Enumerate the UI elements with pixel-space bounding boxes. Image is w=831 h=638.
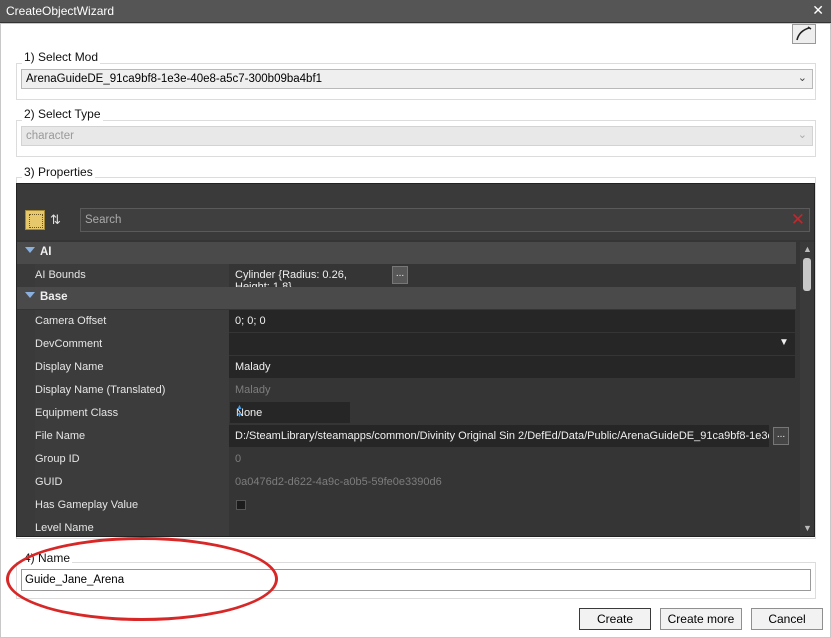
category-label: Base	[40, 291, 68, 303]
property-row-file-name[interactable]: File Name D:/SteamLibrary/steamapps/comm…	[17, 425, 796, 448]
name-input-value: Guide_Jane_Arena	[25, 574, 125, 586]
row-gutter	[17, 310, 35, 333]
row-gutter	[17, 471, 35, 494]
chevron-down-icon: ⌄	[797, 129, 807, 141]
scroll-up-icon[interactable]: ▲	[803, 244, 812, 254]
row-gutter	[17, 517, 35, 536]
type-dropdown-value: character	[26, 130, 74, 142]
property-name: Group ID	[35, 453, 80, 465]
close-icon[interactable]: ✕	[812, 2, 824, 19]
row-gutter	[17, 494, 35, 517]
edit-ai-bounds-button[interactable]: ...	[392, 266, 408, 284]
property-row-display-name[interactable]: Display Name Malady	[17, 356, 796, 379]
select-type-label: 2) Select Type	[22, 107, 103, 121]
row-gutter	[17, 379, 35, 402]
row-gutter	[17, 402, 35, 425]
clear-search-icon[interactable]: ✕	[791, 210, 805, 230]
type-dropdown[interactable]: character ⌄	[21, 126, 813, 146]
equipment-class-stepper[interactable]: None ▲ ▼	[230, 402, 350, 423]
property-row-group-id[interactable]: Group ID 0	[17, 448, 796, 471]
property-grid: ⇅ Search ✕ AI AI Bounds Cylinder {Radius…	[16, 183, 815, 537]
property-value[interactable]: 0; 0; 0	[229, 310, 795, 332]
category-base[interactable]: Base	[17, 287, 796, 309]
grid-toolbar: ⇅ Search ✕	[17, 184, 814, 240]
name-label: 4) Name	[22, 551, 73, 565]
title-bar: CreateObjectWizard ✕	[0, 0, 831, 23]
expand-icon	[25, 292, 35, 298]
pencil-button[interactable]	[792, 24, 816, 44]
property-name: Camera Offset	[35, 315, 107, 327]
property-name: Has Gameplay Value	[35, 499, 139, 511]
property-name: Display Name	[35, 361, 104, 373]
property-row-camera-offset[interactable]: Camera Offset 0; 0; 0	[17, 310, 796, 333]
property-row-level-name[interactable]: Level Name	[17, 517, 796, 536]
property-value[interactable]	[229, 517, 795, 536]
sort-alpha-icon[interactable]: ⇅	[50, 210, 70, 230]
cancel-button[interactable]: Cancel	[751, 608, 823, 630]
property-name: GUID	[35, 476, 63, 488]
properties-label: 3) Properties	[22, 165, 95, 179]
dropdown-arrow-icon[interactable]: ▼	[779, 337, 789, 348]
property-value[interactable]	[229, 333, 795, 355]
scroll-down-icon[interactable]: ▼	[803, 523, 812, 533]
property-value: 0a0476d2-d622-4a9c-a0b5-59fe0e3390d6	[235, 476, 442, 488]
property-value[interactable]: Malady	[229, 356, 795, 378]
property-name: File Name	[35, 430, 86, 442]
row-name-bg	[35, 471, 229, 494]
create-more-button[interactable]: Create more	[660, 608, 742, 630]
property-value: Malady	[235, 384, 271, 396]
mod-dropdown-value: ArenaGuideDE_91ca9bf8-1e3e-40e8-a5c7-300…	[26, 73, 323, 85]
property-name: AI Bounds	[35, 269, 86, 281]
scroll-thumb[interactable]	[803, 258, 811, 291]
property-value[interactable]: D:/SteamLibrary/steamapps/common/Divinit…	[229, 425, 769, 447]
row-gutter	[17, 356, 35, 379]
search-placeholder: Search	[85, 214, 122, 226]
row-gutter	[17, 448, 35, 471]
property-row-guid[interactable]: GUID 0a0476d2-d622-4a9c-a0b5-59fe0e3390d…	[17, 471, 796, 494]
row-gutter	[17, 333, 35, 356]
browse-file-button[interactable]: ...	[773, 427, 789, 445]
property-name: Equipment Class	[35, 407, 119, 419]
chevron-down-icon: ⌄	[797, 72, 807, 84]
property-row-has-gameplay-value[interactable]: Has Gameplay Value	[17, 494, 796, 517]
property-row-equipment-class[interactable]: Equipment Class None ▲ ▼	[17, 402, 796, 425]
row-gutter	[17, 264, 35, 287]
property-name: Level Name	[35, 522, 94, 534]
stepper-arrows-icon[interactable]: ▲ ▼	[236, 404, 346, 420]
expand-icon	[25, 247, 35, 253]
property-row-ai-bounds[interactable]: AI Bounds Cylinder {Radius: 0.26, Height…	[17, 264, 796, 293]
property-row-display-name-translated[interactable]: Display Name (Translated) Malady	[17, 379, 796, 402]
property-value: 0	[235, 453, 242, 465]
property-row-dev-comment[interactable]: DevComment ▼	[17, 333, 796, 356]
window-title: CreateObjectWizard	[6, 4, 115, 18]
create-button[interactable]: Create	[579, 608, 651, 630]
property-value: Cylinder {Radius: 0.26, Height: 1.8}	[235, 269, 347, 293]
category-ai[interactable]: AI	[17, 242, 796, 264]
property-name: Display Name (Translated)	[35, 384, 166, 396]
categorized-icon[interactable]	[25, 210, 45, 230]
search-input[interactable]: Search ✕	[80, 208, 810, 232]
pencil-icon	[796, 26, 812, 41]
category-label: AI	[40, 246, 52, 258]
grid-scrollbar[interactable]: ▲ ▼	[800, 242, 814, 536]
select-mod-label: 1) Select Mod	[22, 50, 101, 64]
mod-dropdown[interactable]: ArenaGuideDE_91ca9bf8-1e3e-40e8-a5c7-300…	[21, 69, 813, 89]
property-name: DevComment	[35, 338, 103, 350]
row-gutter	[17, 425, 35, 448]
name-input[interactable]: Guide_Jane_Arena	[21, 569, 811, 591]
has-gameplay-value-checkbox[interactable]	[236, 500, 246, 510]
